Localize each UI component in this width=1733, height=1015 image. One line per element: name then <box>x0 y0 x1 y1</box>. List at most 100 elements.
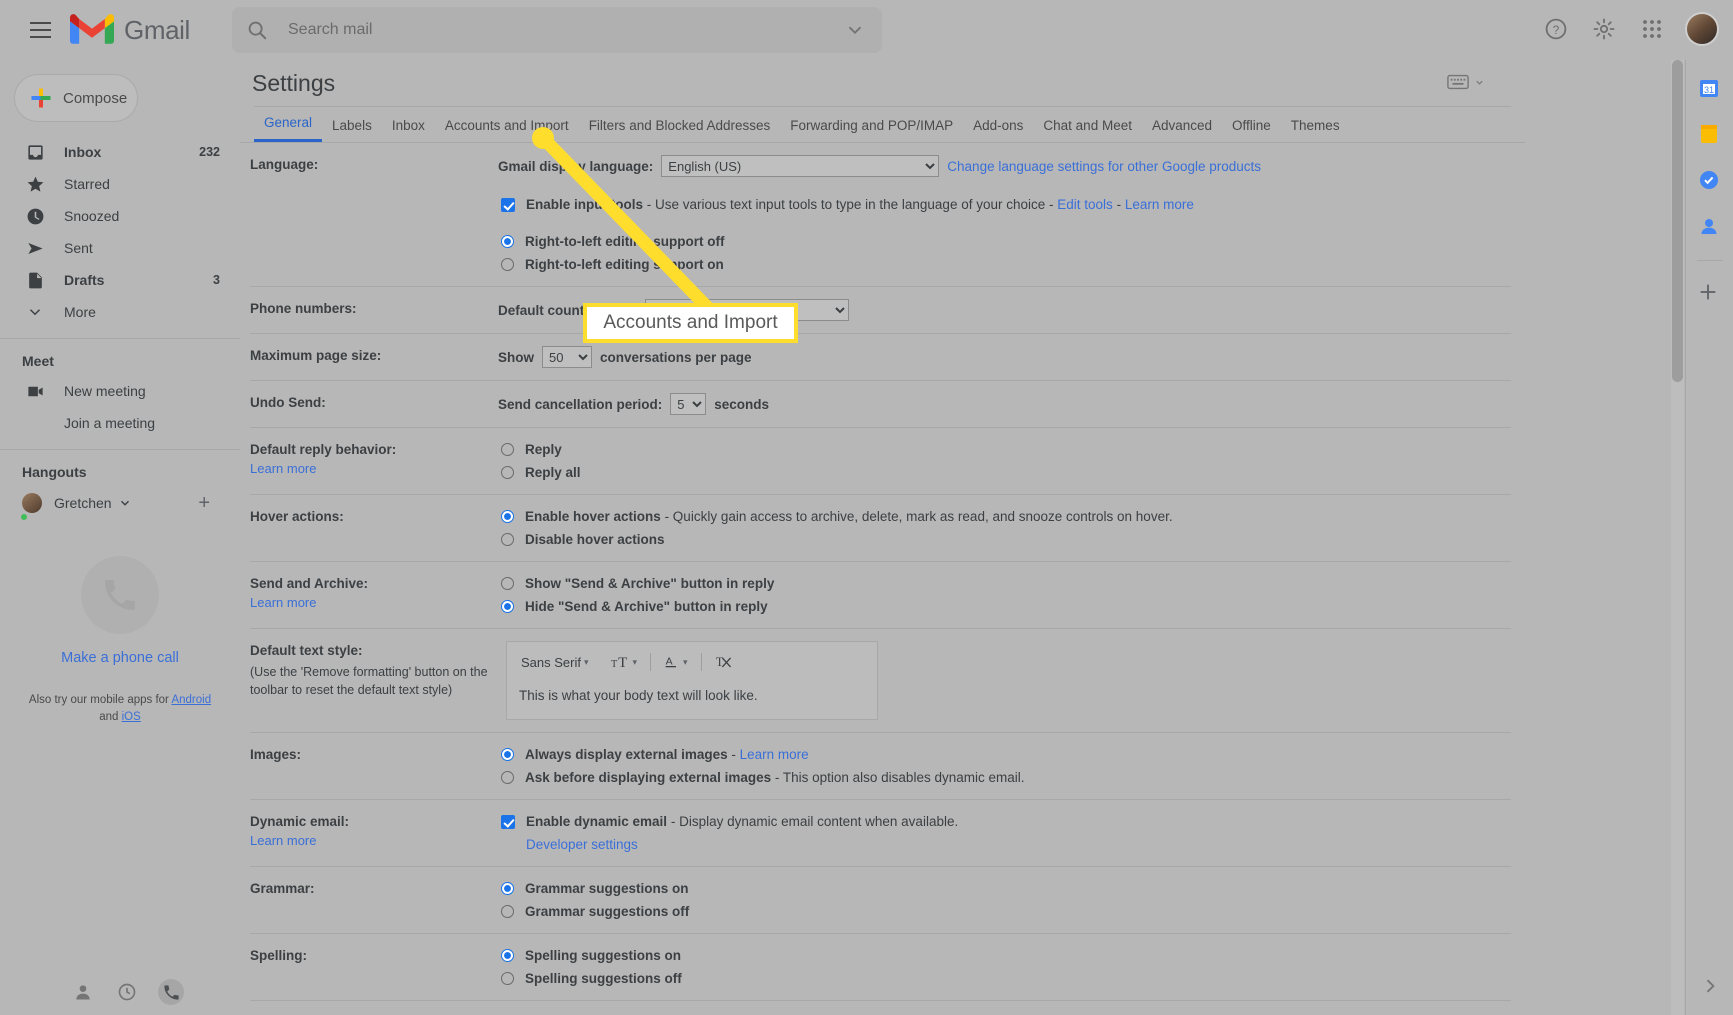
chevron-down-icon[interactable] <box>118 496 132 510</box>
page-title: Settings <box>252 69 336 96</box>
sidebar-item-snoozed[interactable]: Snoozed <box>0 200 240 232</box>
gmail-settings-screen: Gmail ? <box>0 0 1733 1015</box>
always-display-images-label: Always display external images <box>525 747 728 762</box>
search-bar[interactable] <box>232 7 882 53</box>
sidebar-item-join-meeting[interactable]: Join a meeting <box>0 407 240 439</box>
grammar-on-radio[interactable] <box>501 882 514 895</box>
ask-before-displaying-images-radio[interactable] <box>501 771 514 784</box>
sidebar-item-starred[interactable]: Starred <box>0 168 240 200</box>
learn-more-link[interactable]: Learn more <box>250 833 498 848</box>
contacts-icon[interactable] <box>70 979 96 1005</box>
learn-more-link[interactable]: Learn more <box>1125 197 1194 212</box>
phone-icon[interactable] <box>158 979 184 1005</box>
enable-hover-actions-radio[interactable] <box>501 510 514 523</box>
chevron-down-icon[interactable] <box>844 19 866 41</box>
text-color-icon: A <box>665 656 677 667</box>
developer-settings-link[interactable]: Developer settings <box>526 835 638 854</box>
android-link[interactable]: Android <box>171 694 211 706</box>
keep-icon[interactable] <box>1697 122 1723 148</box>
calendar-icon[interactable]: 31 <box>1697 76 1723 102</box>
sidebar-item-inbox[interactable]: Inbox 232 <box>0 136 240 168</box>
clock-icon <box>24 207 46 226</box>
rtl-on-radio[interactable] <box>501 258 514 271</box>
contacts-icon[interactable] <box>1697 214 1723 240</box>
hamburger-icon[interactable] <box>18 8 62 52</box>
rtl-off-radio[interactable] <box>501 235 514 248</box>
cancellation-period-label: Send cancellation period: <box>498 396 663 412</box>
tab-general[interactable]: General <box>254 115 323 142</box>
learn-more-link[interactable]: Learn more <box>250 595 498 610</box>
plus-icon[interactable]: + <box>198 492 210 515</box>
chevron-down-icon: ▾ <box>583 656 589 667</box>
tab-themes[interactable]: Themes <box>1281 118 1350 142</box>
reply-label: Reply <box>525 442 562 457</box>
grammar-off-label: Grammar suggestions off <box>525 904 690 919</box>
sidebar-item-drafts[interactable]: Drafts 3 <box>0 264 240 296</box>
sidebar-bottom-icons <box>0 979 240 1005</box>
spelling-on-radio[interactable] <box>501 949 514 962</box>
apps-grid-icon[interactable] <box>1631 8 1673 50</box>
phone-icon <box>81 556 159 634</box>
reply-all-radio[interactable] <box>501 466 514 479</box>
grammar-off-radio[interactable] <box>501 905 514 918</box>
display-language-select[interactable]: English (US) <box>661 155 940 177</box>
enable-input-tools-checkbox[interactable] <box>501 198 515 212</box>
avatar[interactable] <box>1685 12 1719 46</box>
main-scrollbar-thumb[interactable] <box>1672 60 1683 382</box>
font-family-button[interactable]: Sans Serif ▾ <box>517 652 593 673</box>
row-label: Undo Send: <box>250 395 326 410</box>
disable-hover-actions-radio[interactable] <box>501 533 514 546</box>
edit-tools-link[interactable]: Edit tools <box>1057 197 1113 212</box>
learn-more-link[interactable]: Learn more <box>740 747 809 762</box>
tab-labels[interactable]: Labels <box>322 118 382 142</box>
learn-more-link[interactable]: Learn more <box>250 461 498 476</box>
tab-inbox[interactable]: Inbox <box>382 118 435 142</box>
tab-offline[interactable]: Offline <box>1222 118 1281 142</box>
make-phone-call-link[interactable]: Make a phone call <box>0 650 240 666</box>
plus-icon <box>31 88 51 108</box>
tab-accounts-and-import[interactable]: Accounts and Import <box>435 118 579 142</box>
row-label: Default reply behavior: Learn more <box>250 440 498 482</box>
sidebar-item-label: Drafts <box>64 272 105 288</box>
expand-panel-icon[interactable] <box>1700 976 1720 1001</box>
display-language-label: Gmail display language: <box>498 158 654 174</box>
always-display-images-radio[interactable] <box>501 748 514 761</box>
tab-add-ons[interactable]: Add-ons <box>963 118 1033 142</box>
chevron-down-icon <box>1476 80 1483 85</box>
tab-forwarding-and-pop-imap[interactable]: Forwarding and POP/IMAP <box>780 118 963 142</box>
remove-formatting-button[interactable]: T <box>711 650 737 674</box>
tab-filters-and-blocked-addresses[interactable]: Filters and Blocked Addresses <box>579 118 781 142</box>
spelling-off-radio[interactable] <box>501 972 514 985</box>
sidebar-item-new-meeting[interactable]: New meeting <box>0 375 240 407</box>
show-send-archive-radio[interactable] <box>501 577 514 590</box>
conversations-suffix: conversations per page <box>600 349 752 365</box>
gmail-logo[interactable]: Gmail <box>70 13 190 47</box>
tasks-icon[interactable] <box>114 979 140 1005</box>
hangouts-user-row[interactable]: Gretchen + <box>0 486 240 521</box>
setting-row-phone-numbers: Phone numbers: Default country code: Uni… <box>250 287 1511 334</box>
font-size-button[interactable]: T T ▾ <box>607 651 642 674</box>
cancellation-period-select[interactable]: 5 <box>670 393 707 415</box>
keyboard-shortcut-toggle[interactable] <box>1447 74 1485 90</box>
ios-link[interactable]: iOS <box>122 711 141 723</box>
tab-advanced[interactable]: Advanced <box>1142 118 1222 142</box>
svg-text:A: A <box>666 656 673 667</box>
sidebar-item-sent[interactable]: Sent <box>0 232 240 264</box>
sidebar-item-more[interactable]: More <box>0 296 240 328</box>
svg-text:31: 31 <box>1703 85 1713 95</box>
hide-send-archive-radio[interactable] <box>501 600 514 613</box>
tab-chat-and-meet[interactable]: Chat and Meet <box>1033 118 1142 142</box>
help-icon[interactable]: ? <box>1535 8 1577 50</box>
add-addon-icon[interactable] <box>1697 281 1723 307</box>
tasks-icon[interactable] <box>1697 168 1723 194</box>
gear-icon[interactable] <box>1583 8 1625 50</box>
page-size-select[interactable]: 50 <box>542 346 592 368</box>
annotation-callout-text: Accounts and Import <box>603 312 778 333</box>
change-language-settings-link[interactable]: Change language settings for other Googl… <box>947 159 1261 174</box>
enable-dynamic-email-checkbox[interactable] <box>501 815 515 829</box>
search-input[interactable] <box>286 20 844 40</box>
reply-radio[interactable] <box>501 443 514 456</box>
compose-button[interactable]: Compose <box>14 74 138 122</box>
text-color-button[interactable]: A ▾ <box>660 650 692 674</box>
setting-row-max-page-size: Maximum page size: Show 50 conversations… <box>250 334 1511 381</box>
